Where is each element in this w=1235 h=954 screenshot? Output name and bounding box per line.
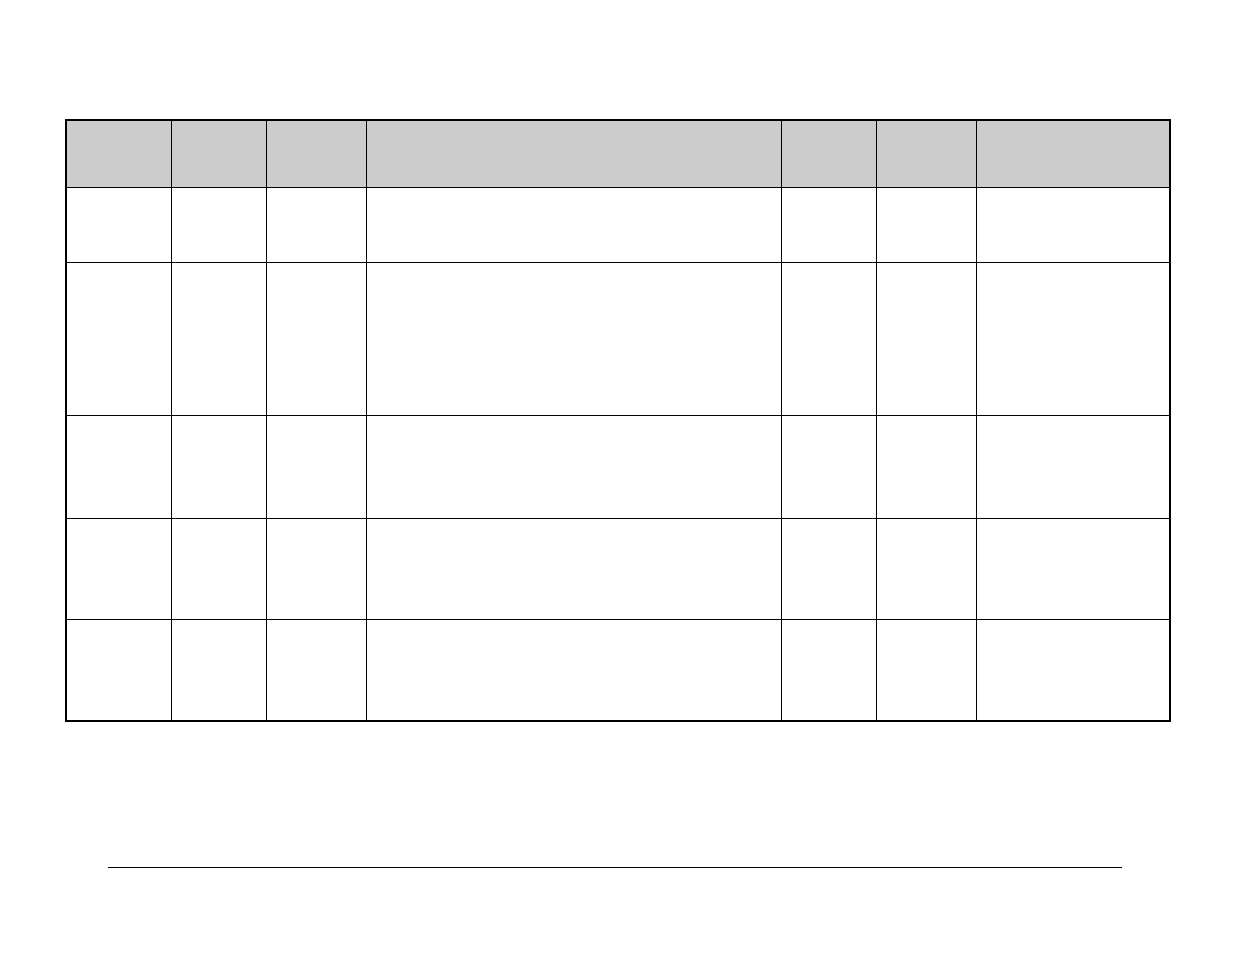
table-cell (976, 620, 1170, 722)
table-cell (66, 416, 171, 519)
table-cell (976, 416, 1170, 519)
table-cell (781, 263, 876, 416)
table-cell (366, 620, 781, 722)
table-cell (781, 519, 876, 620)
table-cell (266, 620, 366, 722)
table-row (66, 416, 1170, 519)
table-cell (876, 263, 976, 416)
table-cell (171, 519, 266, 620)
table-cell (266, 416, 366, 519)
table-cell (876, 416, 976, 519)
table-cell (171, 188, 266, 263)
data-table (65, 119, 1171, 722)
table-cell (66, 519, 171, 620)
table-header-cell (781, 120, 876, 188)
table-header-row (66, 120, 1170, 188)
table-cell (976, 519, 1170, 620)
table-cell (366, 263, 781, 416)
table-cell (66, 188, 171, 263)
table-cell (876, 620, 976, 722)
table-header-cell (976, 120, 1170, 188)
table-cell (781, 416, 876, 519)
table-cell (366, 416, 781, 519)
table-header-cell (366, 120, 781, 188)
page (0, 0, 1235, 954)
table-cell (66, 263, 171, 416)
table-cell (366, 519, 781, 620)
table-cell (781, 620, 876, 722)
table-cell (781, 188, 876, 263)
footer-rule (108, 867, 1122, 868)
table-cell (876, 188, 976, 263)
table-header-cell (876, 120, 976, 188)
table-cell (366, 188, 781, 263)
table-header-cell (171, 120, 266, 188)
table-cell (876, 519, 976, 620)
table-header-cell (66, 120, 171, 188)
table-row (66, 620, 1170, 722)
table-cell (171, 416, 266, 519)
table-row (66, 188, 1170, 263)
table-cell (266, 188, 366, 263)
table-row (66, 519, 1170, 620)
table-cell (266, 263, 366, 416)
table-cell (171, 263, 266, 416)
table-cell (976, 188, 1170, 263)
table-cell (66, 620, 171, 722)
table-row (66, 263, 1170, 416)
table-cell (171, 620, 266, 722)
table-cell (976, 263, 1170, 416)
table-header-cell (266, 120, 366, 188)
table-cell (266, 519, 366, 620)
